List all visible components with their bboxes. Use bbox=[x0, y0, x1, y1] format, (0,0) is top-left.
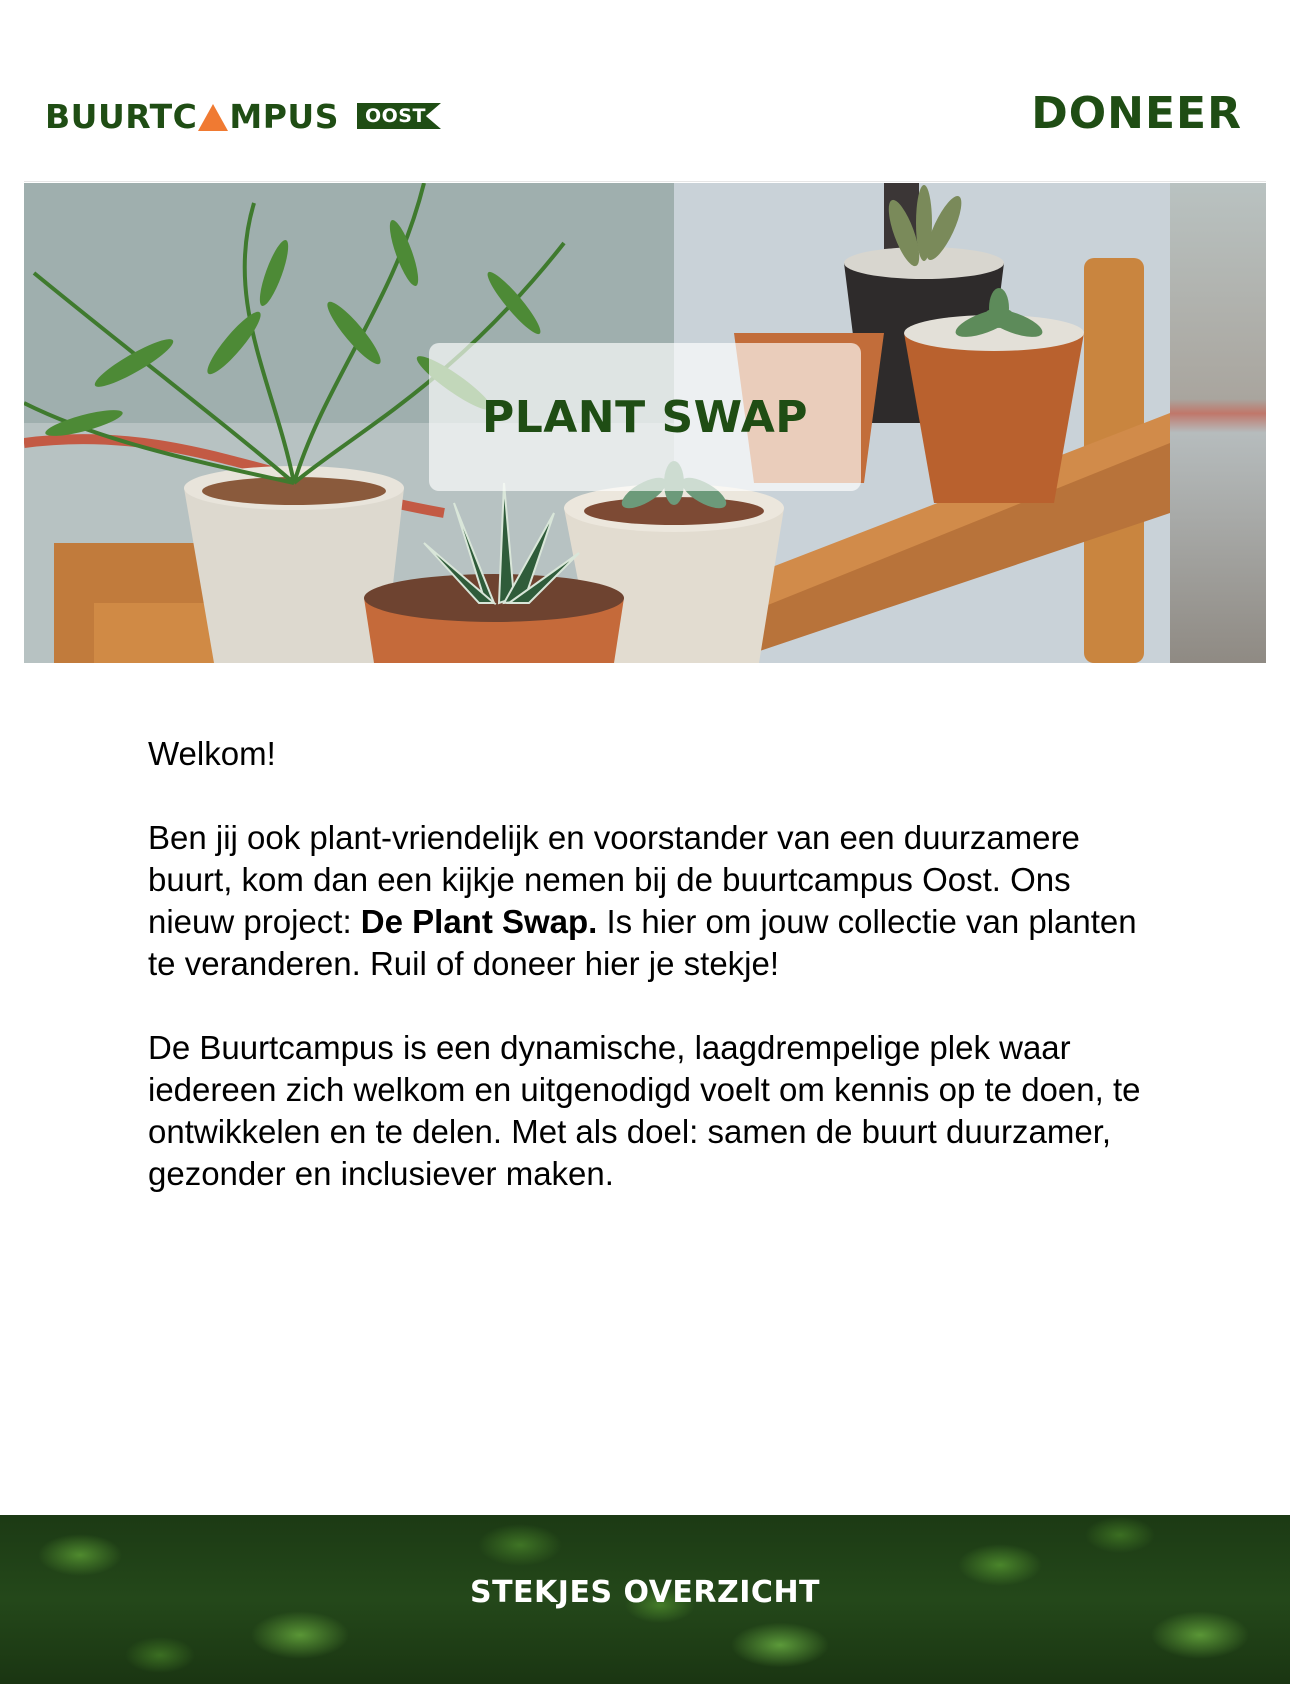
hero-banner: PLANT SWAP bbox=[24, 183, 1266, 663]
logo-text-end: MPUS bbox=[229, 96, 339, 136]
intro-project-name: De Plant Swap. bbox=[360, 903, 598, 940]
hero-title-panel: PLANT SWAP bbox=[429, 343, 861, 491]
logo-a-triangle-icon bbox=[198, 103, 229, 131]
logo-oost-tag: OOST bbox=[357, 103, 441, 129]
intro-section: Welkom! Ben jij ook plant-vriendelijk en… bbox=[148, 733, 1158, 1237]
header-divider bbox=[24, 181, 1266, 182]
intro-paragraph-project: Ben jij ook plant-vriendelijk en voorsta… bbox=[148, 817, 1158, 985]
cuttings-overview-link[interactable]: STEKJES OVERZICHT bbox=[0, 1575, 1290, 1610]
logo-text-start: BUURTC bbox=[45, 96, 198, 136]
site-logo[interactable]: BUURTC MPUS OOST bbox=[45, 96, 441, 136]
hero-plants-image: PLANT SWAP bbox=[24, 183, 1170, 663]
logo-oost-label: OOST bbox=[365, 105, 426, 127]
donate-button[interactable]: DONEER bbox=[1031, 92, 1242, 136]
hero-title: PLANT SWAP bbox=[481, 391, 809, 443]
footer-banner: STEKJES OVERZICHT bbox=[0, 1515, 1290, 1684]
site-header: BUURTC MPUS OOST DONEER bbox=[0, 0, 1290, 180]
intro-greeting: Welkom! bbox=[148, 735, 276, 772]
hero-next-slide-preview[interactable] bbox=[1170, 183, 1266, 663]
intro-paragraph-about: De Buurtcampus is een dynamische, laagdr… bbox=[148, 1029, 1141, 1192]
